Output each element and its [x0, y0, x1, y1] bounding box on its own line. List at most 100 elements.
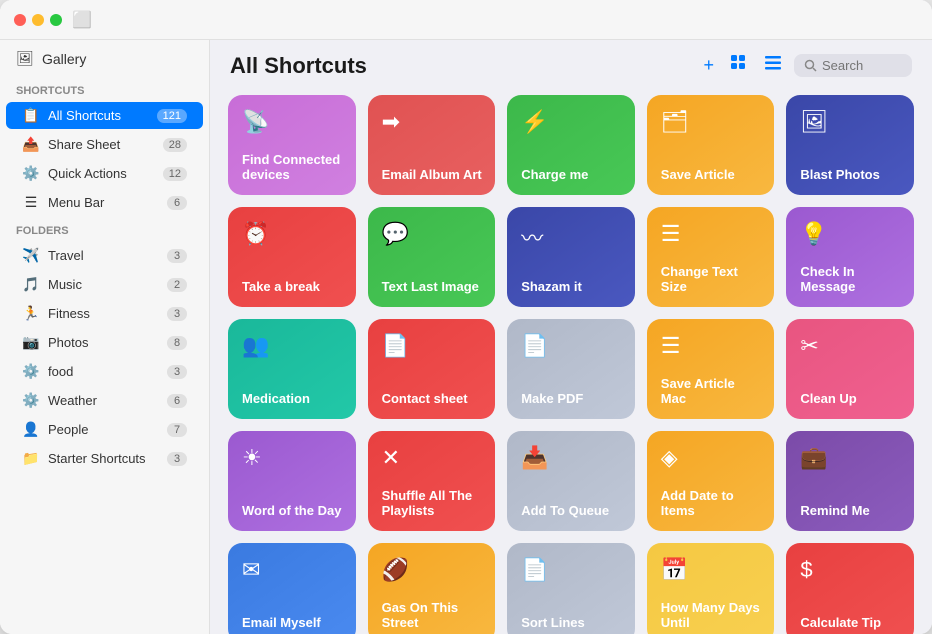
fitness-badge: 3 [167, 307, 187, 321]
main-header: All Shortcuts + [210, 40, 932, 87]
medication-label: Medication [242, 391, 310, 407]
how-many-days-until-icon: 📅 [661, 557, 688, 583]
sidebar-item-share-sheet[interactable]: 📤 Share Sheet 28 [6, 131, 203, 158]
card-add-date-to-items[interactable]: ◈ Add Date to Items [647, 431, 775, 531]
card-email-album-art[interactable]: ➡ Email Album Art [368, 95, 496, 195]
card-gas-on-this-street[interactable]: 🏈 Gas On This Street [368, 543, 496, 634]
sidebar-item-starter-shortcuts[interactable]: 📁 Starter Shortcuts 3 [6, 445, 203, 472]
shuffle-all-playlists-icon: ✕ [382, 445, 400, 471]
starter-shortcuts-icon: 📁 [22, 450, 40, 467]
sidebar-item-gallery[interactable]: 🖼 Gallery [0, 40, 209, 77]
card-clean-up[interactable]: ✂ Clean Up [786, 319, 914, 419]
grid-view-button[interactable] [726, 52, 752, 79]
email-myself-icon: ✉ [242, 557, 260, 583]
add-to-queue-icon: 📥 [521, 445, 548, 471]
sidebar-item-all-shortcuts[interactable]: 📋 All Shortcuts 121 [6, 102, 203, 129]
sidebar: 🖼 Gallery Shortcuts 📋 All Shortcuts 121 … [0, 0, 210, 634]
sidebar-item-people[interactable]: 👤 People 7 [6, 416, 203, 443]
gallery-icon: 🖼 [16, 50, 34, 67]
card-take-a-break[interactable]: ⏰ Take a break [228, 207, 356, 307]
card-contact-sheet[interactable]: 📄 Contact sheet [368, 319, 496, 419]
email-myself-label: Email Myself [242, 615, 321, 631]
card-how-many-days-until[interactable]: 📅 How Many Days Until [647, 543, 775, 634]
take-a-break-icon: ⏰ [242, 221, 269, 247]
gas-on-this-street-label: Gas On This Street [382, 600, 484, 631]
food-badge: 3 [167, 365, 187, 379]
people-label: People [48, 422, 88, 437]
food-icon: ⚙️ [22, 363, 40, 380]
contact-sheet-label: Contact sheet [382, 391, 468, 407]
search-box[interactable] [794, 54, 912, 77]
card-blast-photos[interactable]: 🖼 Blast Photos [786, 95, 914, 195]
card-check-in-message[interactable]: 💡 Check In Message [786, 207, 914, 307]
make-pdf-label: Make PDF [521, 391, 583, 407]
all-shortcuts-icon: 📋 [22, 107, 40, 124]
folders-section-label: Folders [0, 217, 209, 241]
maximize-button[interactable] [50, 14, 62, 26]
card-email-myself[interactable]: ✉ Email Myself [228, 543, 356, 634]
starter-shortcuts-badge: 3 [167, 452, 187, 466]
card-change-text-size[interactable]: ☰ Change Text Size [647, 207, 775, 307]
card-add-to-queue[interactable]: 📥 Add To Queue [507, 431, 635, 531]
sidebar-item-fitness[interactable]: 🏃 Fitness 3 [6, 300, 203, 327]
card-make-pdf[interactable]: 📄 Make PDF [507, 319, 635, 419]
email-album-art-icon: ➡ [382, 109, 400, 135]
take-a-break-label: Take a break [242, 279, 320, 295]
quick-actions-icon: ⚙️ [22, 165, 40, 182]
all-shortcuts-badge: 121 [157, 109, 187, 123]
sidebar-item-music[interactable]: 🎵 Music 2 [6, 271, 203, 298]
close-button[interactable] [14, 14, 26, 26]
card-remind-me[interactable]: 💼 Remind Me [786, 431, 914, 531]
add-shortcut-button[interactable]: + [699, 53, 718, 78]
card-word-of-the-day[interactable]: ☀ Word of the Day [228, 431, 356, 531]
menu-bar-icon: ☰ [22, 194, 40, 211]
share-sheet-badge: 28 [163, 138, 187, 152]
sidebar-item-quick-actions[interactable]: ⚙️ Quick Actions 12 [6, 160, 203, 187]
check-in-message-icon: 💡 [800, 221, 827, 247]
charge-me-label: Charge me [521, 167, 588, 183]
shortcuts-section-label: Shortcuts [0, 77, 209, 101]
quick-actions-label: Quick Actions [48, 166, 127, 181]
header-actions: + [699, 52, 912, 79]
travel-icon: ✈️ [22, 247, 40, 264]
sort-lines-label: Sort Lines [521, 615, 585, 631]
card-sort-lines[interactable]: 📄 Sort Lines [507, 543, 635, 634]
sidebar-item-photos[interactable]: 📷 Photos 8 [6, 329, 203, 356]
blast-photos-label: Blast Photos [800, 167, 879, 183]
gallery-label: Gallery [42, 51, 86, 67]
people-badge: 7 [167, 423, 187, 437]
card-save-article-mac[interactable]: ☰ Save Article Mac [647, 319, 775, 419]
card-text-last-image[interactable]: 💬 Text Last Image [368, 207, 496, 307]
card-find-connected-devices[interactable]: 📡 Find Connected devices [228, 95, 356, 195]
sidebar-item-food[interactable]: ⚙️ food 3 [6, 358, 203, 385]
shortcuts-grid: 📡 Find Connected devices ➡ Email Album A… [210, 87, 932, 634]
change-text-size-icon: ☰ [661, 221, 681, 247]
card-save-article[interactable]: 🗂 Save Article [647, 95, 775, 195]
card-shazam-it[interactable]: 〰 Shazam it [507, 207, 635, 307]
remind-me-icon: 💼 [800, 445, 827, 471]
shazam-it-icon: 〰 [521, 221, 543, 253]
card-charge-me[interactable]: ⚡ Charge me [507, 95, 635, 195]
food-label: food [48, 364, 73, 379]
sidebar-item-menu-bar[interactable]: ☰ Menu Bar 6 [6, 189, 203, 216]
menu-bar-label: Menu Bar [48, 195, 104, 210]
card-calculate-tip[interactable]: $ Calculate Tip [786, 543, 914, 634]
photos-label: Photos [48, 335, 88, 350]
gas-on-this-street-icon: 🏈 [382, 557, 409, 583]
check-in-message-label: Check In Message [800, 264, 902, 295]
medication-icon: 👥 [242, 333, 269, 359]
add-date-to-items-label: Add Date to Items [661, 488, 763, 519]
people-icon: 👤 [22, 421, 40, 438]
sidebar-toggle-button[interactable]: ⬜ [72, 10, 92, 30]
fitness-label: Fitness [48, 306, 90, 321]
fitness-icon: 🏃 [22, 305, 40, 322]
sidebar-item-travel[interactable]: ✈️ Travel 3 [6, 242, 203, 269]
blast-photos-icon: 🖼 [800, 109, 828, 135]
sidebar-item-weather[interactable]: ⚙️ Weather 6 [6, 387, 203, 414]
page-title: All Shortcuts [230, 53, 699, 79]
minimize-button[interactable] [32, 14, 44, 26]
list-view-button[interactable] [760, 52, 786, 79]
card-medication[interactable]: 👥 Medication [228, 319, 356, 419]
card-shuffle-all-playlists[interactable]: ✕ Shuffle All The Playlists [368, 431, 496, 531]
search-input[interactable] [822, 58, 902, 73]
